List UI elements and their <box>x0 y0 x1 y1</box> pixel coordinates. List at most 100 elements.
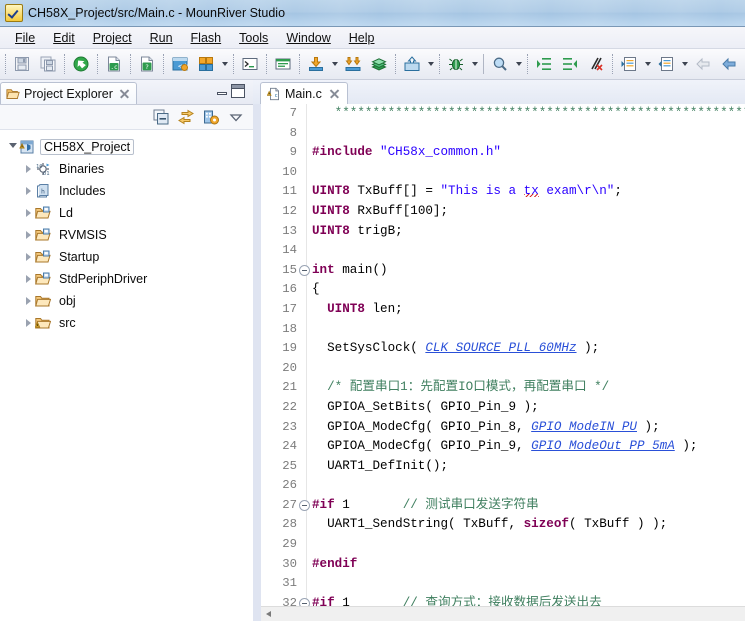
expand-twisty[interactable] <box>6 136 19 158</box>
main-toolbar: .c ? </> <box>0 49 745 80</box>
tree-item-ld[interactable]: Ld <box>0 202 253 224</box>
menu-flash[interactable]: Flash <box>182 29 231 47</box>
tree-item-stdperiphdriver[interactable]: StdPeriphDriver <box>0 268 253 290</box>
menu-bar: File Edit Project Run Flash Tools Window… <box>0 27 745 49</box>
expand-twisty[interactable] <box>22 202 35 224</box>
tree-item-label: Binaries <box>56 162 107 176</box>
fold-collapse-icon[interactable] <box>299 500 310 511</box>
menu-run[interactable]: Run <box>141 29 182 47</box>
expand-twisty[interactable] <box>22 180 35 202</box>
fold-collapse-icon[interactable] <box>299 265 310 276</box>
line-number: 30 <box>261 555 297 575</box>
download-dropdown[interactable] <box>329 53 340 75</box>
next-annotation-button[interactable] <box>532 52 556 76</box>
horizontal-scrollbar[interactable] <box>261 606 745 621</box>
last-edit-location-button[interactable] <box>584 52 608 76</box>
tree-item-startup[interactable]: Startup <box>0 246 253 268</box>
new-source-file-button[interactable]: .c <box>102 52 126 76</box>
link-with-editor-button[interactable] <box>175 106 197 128</box>
download-button[interactable] <box>304 52 328 76</box>
next-annotation-icon <box>536 56 552 72</box>
line-number: 21 <box>261 378 297 398</box>
code-text: /* 配置串口1：先配置IO口模式，再配置串口 */ <box>312 378 609 398</box>
expand-twisty[interactable] <box>22 268 35 290</box>
import-dropdown[interactable] <box>425 53 436 75</box>
previous-edit-button[interactable] <box>654 52 678 76</box>
menu-project[interactable]: Project <box>84 29 141 47</box>
tree-item-rvmsis[interactable]: RVMSIS <box>0 224 253 246</box>
menu-tools[interactable]: Tools <box>230 29 277 47</box>
line-number: 29 <box>261 535 297 555</box>
expand-twisty[interactable] <box>22 224 35 246</box>
code-line: 15int main() <box>253 261 745 281</box>
open-element-button[interactable]: </> <box>168 52 192 76</box>
mounriver-studio-window: CH58X_Project/src/Main.c - MounRiver Stu… <box>0 0 745 621</box>
svg-text:h: h <box>41 188 45 196</box>
close-icon[interactable] <box>119 88 130 99</box>
search-dropdown[interactable] <box>513 53 524 75</box>
collapse-all-icon <box>153 109 169 125</box>
minimize-icon[interactable] <box>215 84 229 98</box>
tree-item-src[interactable]: src <box>0 312 253 334</box>
editor-body[interactable]: 7 **************************************… <box>253 104 745 621</box>
code-text: SetSysClock( CLK_SOURCE_PLL_60MHz ); <box>312 339 599 359</box>
console-button[interactable] <box>271 52 295 76</box>
tab-main-c[interactable]: c Main.c <box>260 82 348 105</box>
expand-twisty[interactable] <box>22 246 35 268</box>
new-c-file-icon: .c <box>106 56 122 72</box>
next-edit-dropdown[interactable] <box>642 53 653 75</box>
menu-window[interactable]: Window <box>277 29 339 47</box>
editor-source-text[interactable]: 7 **************************************… <box>253 104 745 607</box>
tab-project-explorer[interactable]: Project Explorer <box>0 82 137 104</box>
save-button[interactable] <box>10 52 34 76</box>
menu-edit[interactable]: Edit <box>44 29 84 47</box>
tree-item-ch58x-project[interactable]: CH58X_Project <box>0 136 253 158</box>
code-line: 29 <box>253 535 745 555</box>
menu-help-label: Help <box>349 31 375 45</box>
previous-edit-dropdown[interactable] <box>679 53 690 75</box>
debug-dropdown[interactable] <box>469 53 480 75</box>
manage-configurations-icon <box>203 109 219 125</box>
collapse-all-button[interactable] <box>150 106 172 128</box>
maximize-icon[interactable] <box>231 84 245 98</box>
close-icon[interactable] <box>329 88 340 99</box>
expand-twisty[interactable] <box>22 312 35 334</box>
back-disabled-button <box>691 52 715 76</box>
tree-item-binaries[interactable]: 10 01 Binaries <box>0 158 253 180</box>
menu-file[interactable]: File <box>6 29 44 47</box>
previous-annotation-button[interactable] <box>558 52 582 76</box>
line-number: 14 <box>261 241 297 261</box>
scroll-left-arrow-icon[interactable] <box>261 607 279 621</box>
line-number: 16 <box>261 280 297 300</box>
download-all-icon <box>345 56 361 72</box>
library-button[interactable] <box>367 52 391 76</box>
chevron-down-icon <box>228 109 244 125</box>
tree-item-includes[interactable]: h Includes <box>0 180 253 202</box>
link-with-editor-icon <box>178 109 194 125</box>
tree-item-obj[interactable]: obj <box>0 290 253 312</box>
build-configurations-button[interactable] <box>194 52 218 76</box>
expand-twisty[interactable] <box>22 158 35 180</box>
code-line: 31 <box>253 574 745 594</box>
project-explorer-view: Project Explorer <box>0 80 253 621</box>
expand-twisty[interactable] <box>22 290 35 312</box>
line-number: 8 <box>261 124 297 144</box>
save-all-button[interactable] <box>36 52 60 76</box>
menu-help[interactable]: Help <box>340 29 384 47</box>
menu-run-label: Run <box>150 31 173 45</box>
download-all-button[interactable] <box>341 52 365 76</box>
back-button[interactable] <box>717 52 741 76</box>
next-edit-button[interactable] <box>617 52 641 76</box>
manage-configurations-button[interactable] <box>200 106 222 128</box>
view-menu-button[interactable] <box>225 106 247 128</box>
build-configurations-dropdown[interactable] <box>219 53 230 75</box>
debug-button[interactable] <box>444 52 468 76</box>
code-text: UINT8 trigB; <box>312 222 403 242</box>
new-header-file-button[interactable]: ? <box>135 52 159 76</box>
open-terminal-button[interactable] <box>238 52 262 76</box>
editor-area: c Main.c 7 *****************************… <box>253 80 745 621</box>
code-line: 28 UART1_SendString( TxBuff, sizeof( TxB… <box>253 515 745 535</box>
search-button[interactable] <box>488 52 512 76</box>
build-button[interactable] <box>69 52 93 76</box>
import-button[interactable] <box>400 52 424 76</box>
